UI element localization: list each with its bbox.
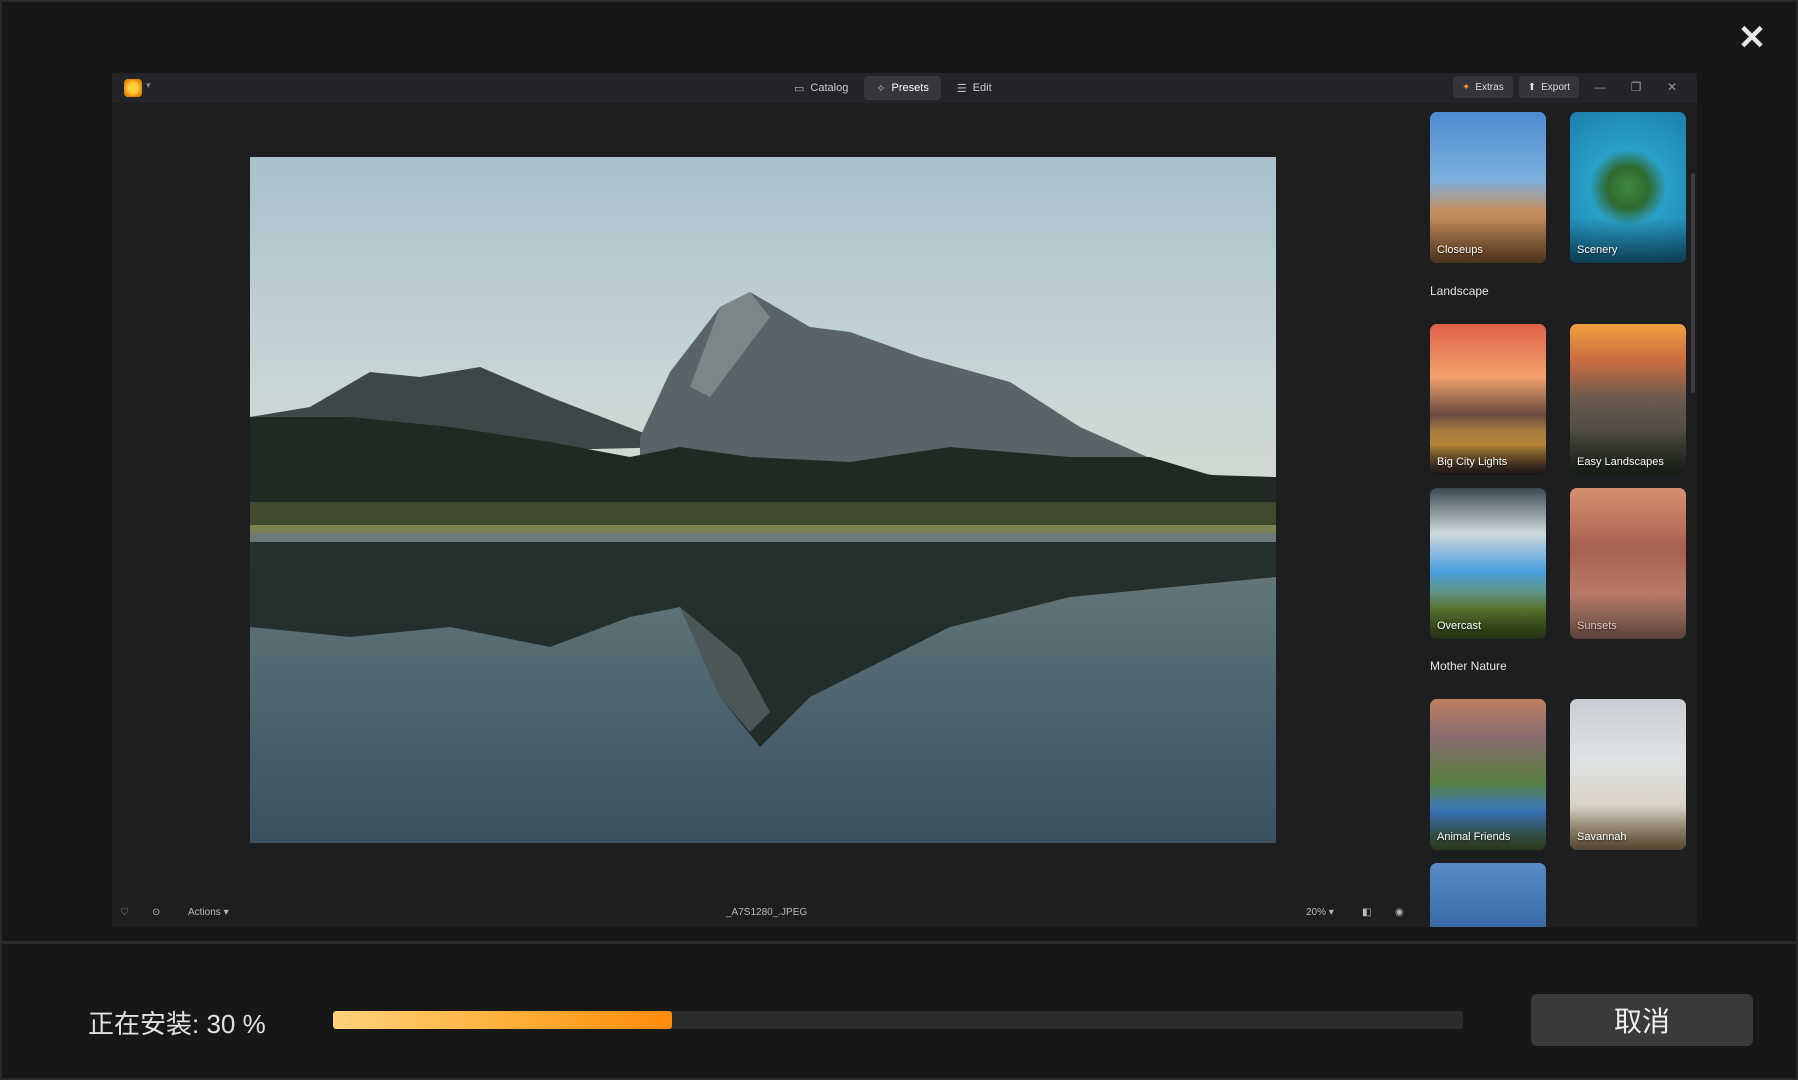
preset-easy-landscapes[interactable]: Easy Landscapes xyxy=(1570,324,1686,475)
app-bottombar: ♡ ⊙ Actions ▾ _A7S1280_.JPEG 20% ▾ ◧ ◉ xyxy=(112,901,1697,927)
install-status-text: 正在安装: 30 % xyxy=(88,1009,266,1039)
tab-catalog[interactable]: ▭ Catalog xyxy=(782,76,860,100)
chevron-down-icon[interactable]: ▾ xyxy=(146,80,151,91)
minimize-icon[interactable]: — xyxy=(1585,80,1615,94)
restore-icon[interactable]: ❐ xyxy=(1621,80,1651,94)
folder-icon: ▭ xyxy=(794,82,805,95)
mountain-lake-image xyxy=(250,157,1276,843)
extras-button[interactable]: ✦ Extras xyxy=(1452,76,1513,98)
preset-label: Overcast xyxy=(1437,620,1482,632)
cancel-button[interactable]: 取消 xyxy=(1531,994,1753,1046)
tab-catalog-label: Catalog xyxy=(810,82,849,94)
zoom-dropdown[interactable]: 20% ▾ xyxy=(1306,907,1334,918)
tab-edit-label: Edit xyxy=(972,82,992,94)
extras-icon: ✦ xyxy=(1461,81,1471,93)
preset-label: Animal Friends xyxy=(1437,831,1511,843)
tab-edit[interactable]: ☰ Edit xyxy=(945,76,1004,100)
preset-label: Big City Lights xyxy=(1437,456,1508,468)
section-title-landscape: Landscape xyxy=(1430,284,1489,298)
preset-label: Savannah xyxy=(1577,831,1627,843)
presets-scrollbar[interactable] xyxy=(1691,173,1695,393)
preset-label: Closeups xyxy=(1437,244,1483,256)
filename-label: _A7S1280_.JPEG xyxy=(726,907,808,918)
installer-window: ✕ ▾ ▭ Catalog ✧ Presets ☰ Edit ✦ Extras … xyxy=(0,0,1798,1080)
app-preview: ▾ ▭ Catalog ✧ Presets ☰ Edit ✦ Extras ⬆ … xyxy=(112,73,1697,927)
compare-icon[interactable]: ◧ xyxy=(1362,907,1371,918)
tab-presets[interactable]: ✧ Presets xyxy=(864,76,941,100)
preset-savannah[interactable]: Savannah xyxy=(1570,699,1686,850)
heart-icon[interactable]: ♡ xyxy=(120,907,129,918)
app-close-icon[interactable]: ✕ xyxy=(1657,80,1687,94)
presets-panel: Closeups Scenery Landscape Big City Ligh… xyxy=(1430,103,1697,927)
preset-label: Sunsets xyxy=(1577,620,1617,632)
eye-icon[interactable]: ◉ xyxy=(1395,907,1404,918)
preset-scenery[interactable]: Scenery xyxy=(1570,112,1686,263)
close-icon[interactable]: ✕ xyxy=(1734,20,1770,56)
app-tabs: ▭ Catalog ✧ Presets ☰ Edit xyxy=(782,76,1004,100)
app-right-tools: ✦ Extras ⬆ Export — ❐ ✕ xyxy=(1452,76,1687,98)
info-icon[interactable]: ⊙ xyxy=(152,907,160,918)
preset-overcast[interactable]: Overcast xyxy=(1430,488,1546,639)
section-title-mother-nature: Mother Nature xyxy=(1430,659,1507,673)
app-topbar: ▾ ▭ Catalog ✧ Presets ☰ Edit ✦ Extras ⬆ … xyxy=(112,73,1697,103)
main-photo[interactable] xyxy=(250,157,1276,843)
extras-label: Extras xyxy=(1475,81,1504,93)
sliders-icon: ☰ xyxy=(956,82,967,95)
preset-big-city-lights[interactable]: Big City Lights xyxy=(1430,324,1546,475)
actions-menu[interactable]: Actions ▾ xyxy=(188,907,229,918)
tab-presets-label: Presets xyxy=(891,82,929,94)
preset-animal-friends[interactable]: Animal Friends xyxy=(1430,699,1546,850)
install-progress-fill xyxy=(333,1011,672,1029)
preset-label: Scenery xyxy=(1577,244,1618,256)
export-label: Export xyxy=(1541,81,1570,93)
preset-closeups[interactable]: Closeups xyxy=(1430,112,1546,263)
app-logo-icon[interactable] xyxy=(124,79,142,97)
footer-divider xyxy=(2,941,1798,944)
export-icon: ⬆ xyxy=(1527,81,1537,93)
export-button[interactable]: ⬆ Export xyxy=(1518,76,1579,98)
preset-label: Easy Landscapes xyxy=(1577,456,1664,468)
magic-wand-icon: ✧ xyxy=(876,82,886,95)
install-progress-bar xyxy=(333,1011,1463,1029)
preset-sunsets[interactable]: Sunsets xyxy=(1570,488,1686,639)
